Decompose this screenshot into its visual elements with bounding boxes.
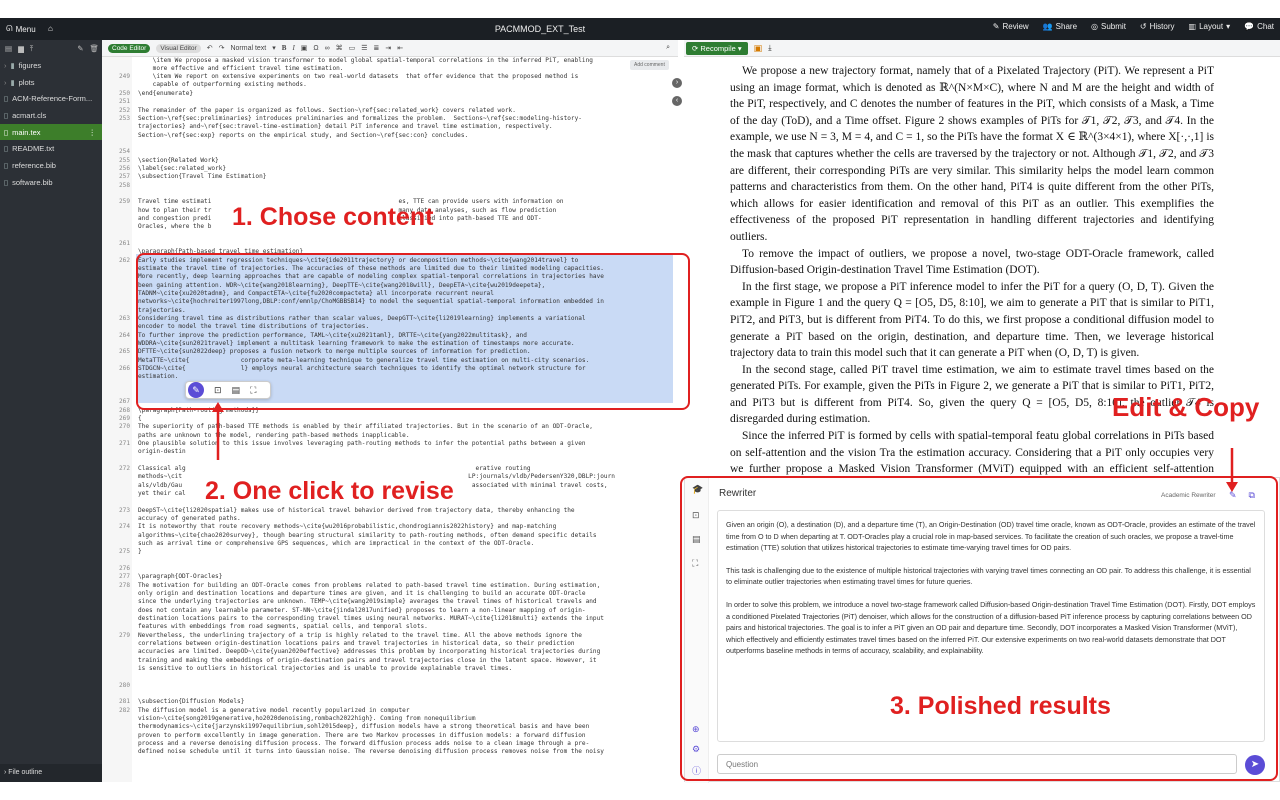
annotation-arrows (212, 402, 1238, 492)
arrow-edit-copy-head (1226, 482, 1238, 492)
arrow-step2-head (212, 402, 224, 412)
